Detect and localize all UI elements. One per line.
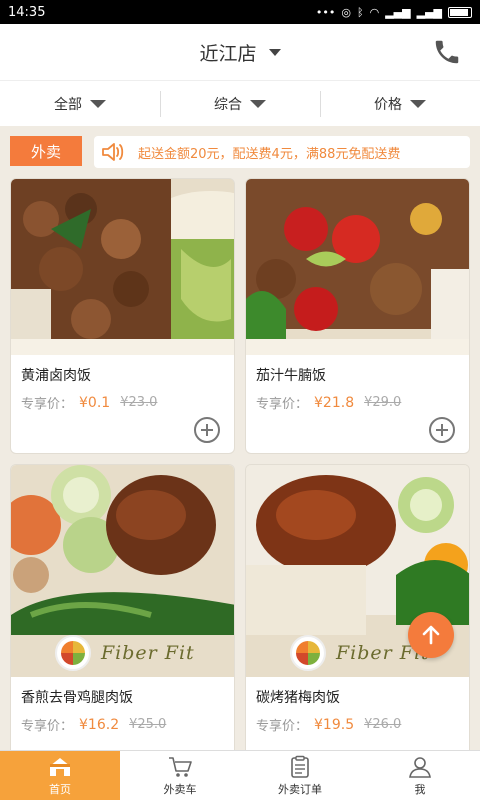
orders-icon [291, 755, 309, 778]
product-card[interactable]: Fiber Fit 碳烤猪梅肉饭 专享价： ¥19.5 ¥26.0 [245, 464, 470, 750]
chevron-down-icon [268, 48, 281, 56]
filter-label: 价格 [374, 96, 402, 113]
location-icon: ◎ [341, 5, 351, 19]
brand-logo-icon [290, 635, 326, 671]
price-row: 专享价： ¥21.8 ¥29.0 [246, 385, 469, 413]
product-name: 黄浦卤肉饭 [21, 368, 91, 384]
signal-icon: ▂▄▆ [385, 5, 411, 19]
tab-label: 外卖订单 [278, 782, 322, 796]
product-price: ¥16.2 [79, 716, 120, 733]
tab-profile[interactable]: 我 [360, 751, 480, 800]
tab-home[interactable]: 首页 [0, 751, 120, 800]
filter-label: 全部 [54, 96, 82, 113]
price-row: 专享价： ¥19.5 ¥26.0 [246, 707, 469, 735]
add-to-cart-icon[interactable] [429, 417, 455, 443]
scroll-to-top-button[interactable] [408, 612, 454, 658]
home-icon [50, 757, 70, 776]
status-bar: 14:35 ••• ◎ ᛒ ◠ ▂▄▆ ▂▄▆ [0, 0, 480, 24]
price-label: 专享价： [21, 397, 74, 412]
brand-watermark: Fiber Fit [55, 635, 195, 671]
takeout-tag: 外卖 [10, 136, 82, 166]
tab-label: 我 [414, 782, 426, 796]
product-name: 香煎去骨鸡腿肉饭 [21, 690, 133, 706]
product-image: Fiber Fit [11, 465, 234, 677]
price-row: 专享价： ¥0.1 ¥23.0 [11, 385, 234, 413]
phone-icon[interactable] [432, 37, 462, 67]
battery-icon [448, 6, 472, 18]
cart-icon [169, 756, 192, 777]
header: 近江店 [0, 24, 480, 80]
tab-label: 外卖车 [163, 782, 197, 796]
filter-bar: 全部 综合 价格 [0, 80, 480, 126]
product-card[interactable]: 黄浦卤肉饭 专享价： ¥0.1 ¥23.0 [10, 178, 235, 454]
arrow-up-icon [422, 625, 440, 645]
product-name: 茄汁牛腩饭 [256, 368, 326, 384]
status-time: 14:35 [8, 4, 46, 20]
original-price: ¥25.0 [129, 717, 167, 732]
brand-text: Fiber Fit [101, 642, 195, 664]
notice-row: 外卖 起送金额20元，配送费4元，满88元免配送费 [0, 126, 480, 178]
original-price: ¥26.0 [364, 717, 402, 732]
tab-bar: 首页 外卖车 外卖订单 我 [0, 750, 480, 800]
add-to-cart-icon[interactable] [194, 417, 220, 443]
signal-icon-2: ▂▄▆ [416, 5, 442, 19]
more-icon: ••• [315, 5, 336, 19]
filter-label: 综合 [214, 96, 242, 113]
product-image [11, 179, 234, 355]
store-name: 近江店 [199, 42, 257, 65]
wifi-icon: ◠ [369, 5, 380, 19]
tab-cart[interactable]: 外卖车 [120, 751, 240, 800]
price-label: 专享价： [21, 719, 74, 734]
profile-icon [409, 756, 431, 778]
product-name: 碳烤猪梅肉饭 [256, 690, 340, 706]
product-price: ¥21.8 [314, 394, 355, 411]
chevron-down-icon [410, 99, 426, 108]
filter-all[interactable]: 全部 [0, 81, 160, 126]
delivery-notice: 起送金额20元，配送费4元，满88元免配送费 [94, 136, 470, 168]
original-price: ¥23.0 [120, 395, 158, 410]
store-selector[interactable]: 近江店 [199, 39, 281, 66]
speaker-icon [102, 143, 124, 161]
product-card[interactable]: 茄汁牛腩饭 专享价： ¥21.8 ¥29.0 [245, 178, 470, 454]
product-card[interactable]: Fiber Fit 香煎去骨鸡腿肉饭 专享价： ¥16.2 ¥25.0 [10, 464, 235, 750]
filter-sort[interactable]: 综合 [160, 81, 320, 126]
price-label: 专享价： [256, 397, 309, 412]
price-label: 专享价： [256, 719, 309, 734]
tab-label: 首页 [49, 782, 71, 796]
chevron-down-icon [90, 99, 106, 108]
tab-orders[interactable]: 外卖订单 [240, 751, 360, 800]
original-price: ¥29.0 [364, 395, 402, 410]
status-icons: ••• ◎ ᛒ ◠ ▂▄▆ ▂▄▆ [316, 6, 472, 19]
notice-text: 起送金额20元，配送费4元，满88元免配送费 [138, 146, 401, 162]
product-price: ¥19.5 [314, 716, 355, 733]
product-image [246, 179, 469, 355]
bluetooth-icon: ᛒ [357, 5, 364, 19]
product-grid: 黄浦卤肉饭 专享价： ¥0.1 ¥23.0 茄汁牛腩饭 专享价： ¥21.8 ¥… [0, 178, 480, 750]
chevron-down-icon [250, 99, 266, 108]
product-price: ¥0.1 [79, 394, 111, 411]
price-row: 专享价： ¥16.2 ¥25.0 [11, 707, 234, 735]
filter-price[interactable]: 价格 [320, 81, 480, 126]
brand-logo-icon [55, 635, 91, 671]
